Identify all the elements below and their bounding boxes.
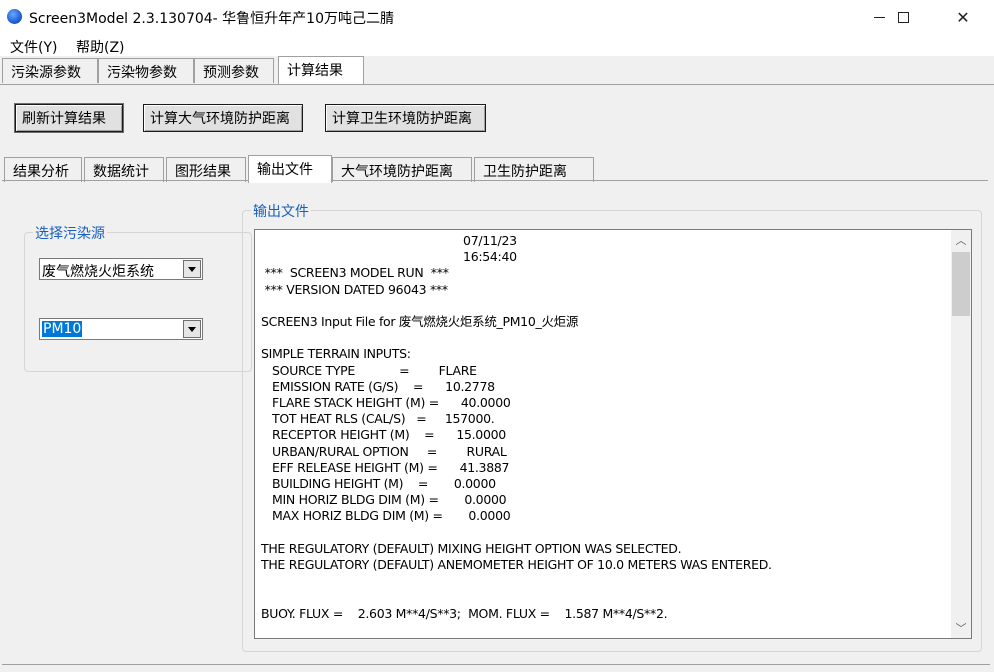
chevron-down-icon[interactable] [183, 320, 201, 338]
app-icon [7, 9, 22, 24]
menu-file[interactable]: 文件(Y) [10, 37, 57, 57]
maximize-icon [897, 11, 909, 23]
output-group-title: 输出文件 [251, 201, 311, 221]
output-line: THE REGULATORY (DEFAULT) ANEMOMETER HEIG… [261, 557, 772, 573]
output-line: TOT HEAT RLS (CAL/S) = 157000. [261, 411, 495, 427]
scroll-down-icon[interactable]: ﹀ [951, 618, 971, 638]
output-line: *** SCREEN3 MODEL RUN *** [261, 265, 449, 281]
pollutant-select[interactable]: PM10 [39, 318, 203, 340]
panel-bottom-border [2, 664, 990, 665]
calc-atmos-distance-button[interactable]: 计算大气环境防护距离 [143, 104, 303, 132]
tab-source-params[interactable]: 污染源参数 [2, 58, 98, 83]
tab-forecast-params[interactable]: 预测参数 [194, 58, 274, 83]
refresh-results-button[interactable]: 刷新计算结果 [14, 103, 124, 133]
output-line: SCREEN3 Input File for 废气燃烧火炬系统_PM10_火炬源 [261, 314, 579, 330]
output-line: SOURCE TYPE = FLARE [261, 362, 477, 378]
vertical-scrollbar[interactable]: ︿ ﹀ [951, 230, 971, 638]
chevron-down-icon[interactable] [183, 260, 201, 278]
output-text: 07/11/23 16:54:40 *** SCREEN3 MODEL RUN … [261, 233, 951, 622]
source-select-value: 废气燃烧火炬系统 [42, 264, 154, 280]
inner-tab-divider [2, 180, 988, 181]
source-select-group: 选择污染源 废气燃烧火炬系统 PM10 [24, 223, 252, 372]
output-line: SIMPLE TERRAIN INPUTS: [261, 346, 411, 362]
close-icon: ✕ [956, 7, 970, 27]
maximize-button[interactable] [880, 0, 926, 34]
scroll-thumb[interactable] [952, 252, 970, 316]
tab-calc-results[interactable]: 计算结果 [278, 56, 364, 84]
close-button[interactable]: ✕ [940, 0, 986, 34]
output-text-area[interactable]: 07/11/23 16:54:40 *** SCREEN3 MODEL RUN … [254, 229, 972, 639]
tab-data-stats[interactable]: 数据统计 [84, 157, 164, 182]
menu-help[interactable]: 帮助(Z) [76, 37, 125, 57]
result-tabs: 结果分析 数据统计 图形结果 输出文件 大气环境防护距离 卫生防护距离 [0, 155, 994, 183]
tab-atmos-distance[interactable]: 大气环境防护距离 [332, 157, 472, 182]
tab-pollutant-params[interactable]: 污染物参数 [98, 58, 194, 83]
menu-bar: 文件(Y) 帮助(Z) [0, 34, 994, 56]
output-line: *** VERSION DATED 96043 *** [261, 281, 448, 297]
title-bar: Screen3Model 2.3.130704- 华鲁恒升年产10万吨己二腈 ✕ [0, 0, 994, 34]
output-line: RECEPTOR HEIGHT (M) = 15.0000 [261, 427, 506, 443]
tab-result-analysis[interactable]: 结果分析 [4, 157, 82, 182]
pollutant-select-value: PM10 [42, 321, 83, 337]
output-line: FLARE STACK HEIGHT (M) = 40.0000 [261, 395, 511, 411]
output-line: BUOY. FLUX = 2.603 M**4/S**3; MOM. FLUX … [261, 605, 668, 621]
tab-output-file[interactable]: 输出文件 [248, 155, 332, 183]
output-line: EMISSION RATE (G/S) = 10.2778 [261, 378, 495, 394]
source-select[interactable]: 废气燃烧火炬系统 [39, 258, 203, 280]
output-line: 07/11/23 [261, 233, 517, 248]
window-title: Screen3Model 2.3.130704- 华鲁恒升年产10万吨己二腈 [29, 11, 394, 27]
calc-health-distance-button[interactable]: 计算卫生环境防护距离 [325, 104, 486, 132]
output-line: THE REGULATORY (DEFAULT) MIXING HEIGHT O… [261, 540, 682, 556]
output-line: EFF RELEASE HEIGHT (M) = 41.3887 [261, 459, 510, 475]
scroll-up-icon[interactable]: ︿ [951, 230, 971, 250]
output-line: BUILDING HEIGHT (M) = 0.0000 [261, 476, 496, 492]
main-tabs: 污染源参数 污染物参数 预测参数 计算结果 [0, 56, 994, 85]
output-line: MAX HORIZ BLDG DIM (M) = 0.0000 [261, 508, 511, 524]
tab-divider [0, 84, 994, 85]
output-line: URBAN/RURAL OPTION = RURAL [261, 443, 507, 459]
tab-graph-results[interactable]: 图形结果 [166, 157, 246, 182]
tab-health-distance[interactable]: 卫生防护距离 [474, 157, 594, 182]
output-line: 16:54:40 [261, 249, 517, 265]
source-group-title: 选择污染源 [33, 223, 107, 243]
output-line: MIN HORIZ BLDG DIM (M) = 0.0000 [261, 492, 507, 508]
